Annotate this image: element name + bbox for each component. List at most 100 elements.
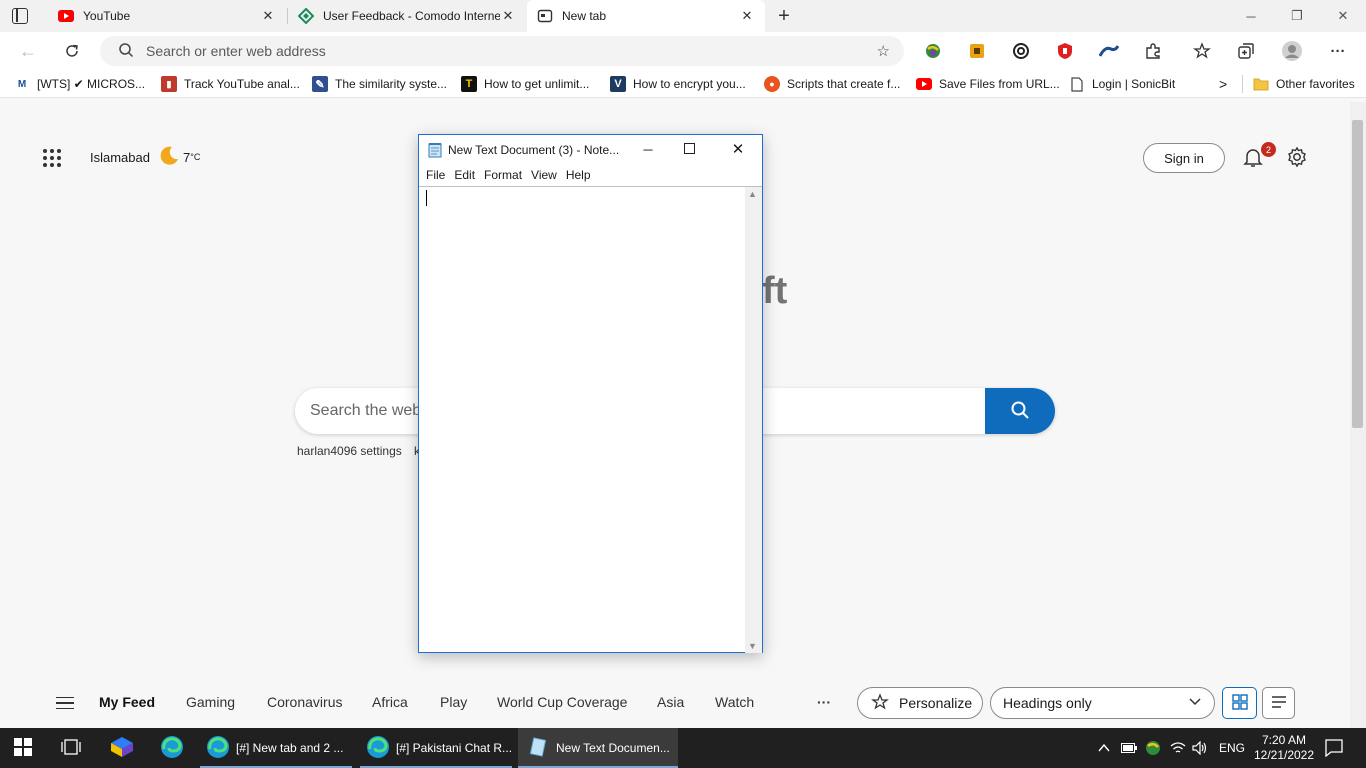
browser-toolbar: ← Search or enter web address ☆ ···	[0, 32, 1366, 70]
clock[interactable]: 7:20 AM 12/21/2022	[1252, 728, 1316, 768]
list-view-button[interactable]	[1262, 687, 1295, 719]
search-icon	[1010, 400, 1030, 423]
web-search-button[interactable]	[985, 388, 1055, 434]
tab-actions-icon[interactable]	[12, 8, 28, 24]
notepad-text-area[interactable]: ▲ ▼	[419, 186, 762, 653]
notepad-scrollbar[interactable]: ▲ ▼	[745, 187, 762, 653]
notification-center-icon[interactable]	[1325, 728, 1343, 768]
extension-wave-icon[interactable]	[1098, 40, 1120, 62]
tray-overflow-chevron-icon[interactable]	[1098, 728, 1110, 768]
page-scrollbar-thumb[interactable]	[1352, 120, 1363, 428]
settings-more-icon[interactable]: ···	[1327, 40, 1349, 62]
page-settings-gear-icon[interactable]	[1286, 146, 1308, 168]
notepad-maximize-button[interactable]	[684, 143, 695, 154]
back-arrow-icon[interactable]: ←	[17, 40, 39, 62]
weather-widget[interactable]: Islamabad 7 °C	[90, 146, 200, 168]
close-tab-icon[interactable]: ✕	[739, 8, 755, 24]
taskbar-window-label: [#] New tab and 2 ...	[236, 741, 344, 755]
pinned-app-button[interactable]	[110, 728, 134, 768]
tab-youtube[interactable]: YouTube ✕	[48, 0, 286, 32]
favorite-link[interactable]: T How to get unlimit...	[461, 75, 589, 93]
feed-tab-asia[interactable]: Asia	[657, 694, 684, 710]
grid-view-icon	[1231, 693, 1248, 713]
tab-new-tab[interactable]: New tab ✕	[527, 0, 765, 32]
profile-avatar-icon[interactable]	[1281, 40, 1303, 62]
minimize-button[interactable]: ─	[1228, 0, 1274, 32]
extensions-puzzle-icon[interactable]	[1142, 40, 1164, 62]
input-language-indicator[interactable]: ENG	[1219, 728, 1245, 768]
personalize-button[interactable]: Personalize	[857, 687, 983, 719]
edge-icon	[366, 735, 390, 762]
refresh-icon[interactable]	[61, 40, 83, 62]
feed-tab-africa[interactable]: Africa	[372, 694, 408, 710]
notepad-close-button[interactable]: ✕	[729, 140, 747, 158]
notepad-minimize-button[interactable]: ─	[639, 142, 657, 157]
scroll-down-arrow-icon[interactable]: ▼	[748, 641, 757, 651]
notepad-title-bar[interactable]: New Text Document (3) - Note... ─ ✕	[419, 135, 762, 165]
favorite-link[interactable]: ▮ Track YouTube anal...	[161, 75, 300, 93]
menu-view[interactable]: View	[531, 168, 557, 182]
notepad-window[interactable]: New Text Document (3) - Note... ─ ✕ File…	[418, 134, 763, 653]
feed-tab-gaming[interactable]: Gaming	[186, 694, 235, 710]
scroll-up-arrow-icon[interactable]: ▲	[748, 189, 757, 199]
menu-help[interactable]: Help	[566, 168, 591, 182]
menu-format[interactable]: Format	[484, 168, 522, 182]
favorite-link[interactable]: Save Files from URL...	[916, 75, 1060, 93]
tab-user-feedback[interactable]: User Feedback - Comodo Interne ✕	[288, 0, 526, 32]
favorite-label: Track YouTube anal...	[184, 77, 300, 91]
new-tab-plus-icon[interactable]: +	[774, 6, 794, 26]
extension-openai-icon[interactable]	[1010, 40, 1032, 62]
collections-icon[interactable]	[1235, 40, 1257, 62]
restore-button[interactable]: ❐	[1274, 0, 1320, 32]
favorite-youtube-icon	[916, 76, 932, 92]
feed-tab-coronavirus[interactable]: Coronavirus	[267, 694, 342, 710]
favorite-label: Scripts that create f...	[787, 77, 901, 91]
extension-shield-icon[interactable]	[1054, 40, 1076, 62]
taskbar-window-edge-2[interactable]: [#] Pakistani Chat R...	[360, 728, 512, 768]
taskbar-window-notepad[interactable]: New Text Documen...	[518, 728, 678, 768]
close-window-button[interactable]: ✕	[1320, 0, 1366, 32]
favorites-overflow-chevron-icon[interactable]: >	[1219, 75, 1227, 93]
extension-globe-icon[interactable]	[922, 40, 944, 62]
favorite-link[interactable]: V How to encrypt you...	[610, 75, 746, 93]
favorite-link[interactable]: ✎ The similarity syste...	[312, 75, 447, 93]
web-search-placeholder: Search the web	[310, 402, 422, 419]
favorites-star-icon[interactable]	[1191, 40, 1213, 62]
other-favorites-folder[interactable]: Other favorites	[1253, 75, 1355, 93]
favorite-reddit-icon: ●	[764, 76, 780, 92]
menu-file[interactable]: File	[426, 168, 445, 182]
apps-grid-icon[interactable]	[42, 148, 62, 168]
personalize-star-icon	[871, 692, 889, 714]
taskbar-window-edge-1[interactable]: [#] New tab and 2 ...	[200, 728, 352, 768]
feed-layout-value: Headings only	[1003, 695, 1092, 711]
feed-tab-watch[interactable]: Watch	[715, 694, 754, 710]
feed-menu-hamburger-icon[interactable]	[56, 697, 74, 709]
notepad-icon	[427, 142, 443, 158]
address-bar[interactable]: Search or enter web address ☆	[100, 36, 904, 66]
feed-layout-select[interactable]: Headings only	[990, 687, 1215, 719]
close-tab-icon[interactable]: ✕	[500, 8, 516, 24]
grid-view-button[interactable]	[1222, 687, 1257, 719]
favorite-link[interactable]: M [WTS] ✔ MICROS...	[14, 75, 145, 93]
battery-icon[interactable]	[1121, 728, 1137, 768]
task-view-button[interactable]	[61, 728, 81, 768]
close-tab-icon[interactable]: ✕	[260, 8, 276, 24]
favorite-link[interactable]: Login | SonicBit	[1069, 75, 1175, 93]
pinned-edge-button[interactable]	[160, 728, 184, 768]
feed-tab-play[interactable]: Play	[440, 694, 467, 710]
favorite-label: How to encrypt you...	[633, 77, 746, 91]
extension-wallet-icon[interactable]	[966, 40, 988, 62]
sign-in-button[interactable]: Sign in	[1143, 143, 1225, 173]
favorite-t-icon: T	[461, 76, 477, 92]
tray-app-icon[interactable]	[1144, 728, 1162, 768]
quick-link[interactable]: harlan4096 settings	[297, 444, 402, 458]
feed-more-button[interactable]: ···	[817, 694, 831, 710]
feed-tab-my-feed[interactable]: My Feed	[99, 694, 155, 710]
add-favorite-star-icon[interactable]: ☆	[877, 42, 890, 60]
network-wifi-icon[interactable]	[1170, 728, 1186, 768]
favorite-link[interactable]: ● Scripts that create f...	[764, 75, 900, 93]
start-button[interactable]	[14, 728, 32, 768]
feed-tab-world-cup[interactable]: World Cup Coverage	[497, 694, 627, 710]
menu-edit[interactable]: Edit	[454, 168, 475, 182]
volume-speaker-icon[interactable]	[1192, 728, 1208, 768]
